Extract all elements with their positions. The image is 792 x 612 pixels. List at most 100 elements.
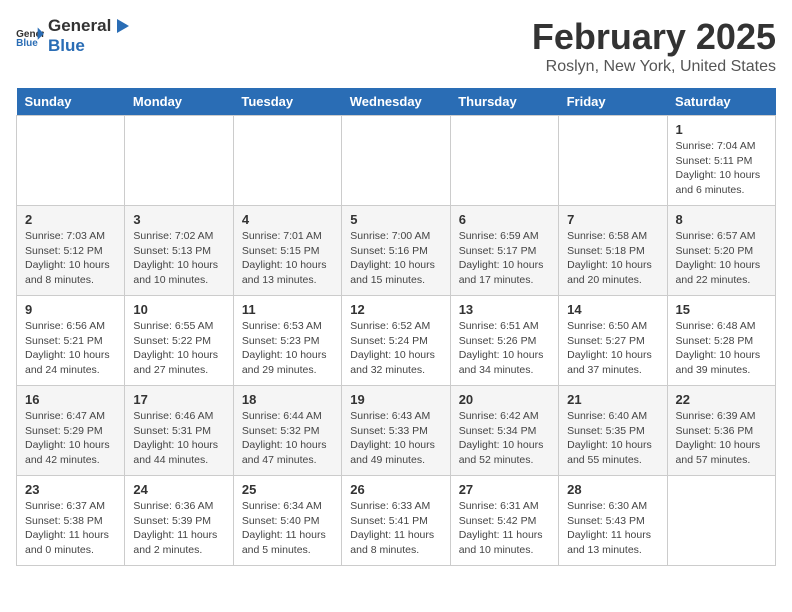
day-number: 19 [350,392,441,407]
day-info: Sunrise: 7:03 AM Sunset: 5:12 PM Dayligh… [25,229,116,288]
day-cell: 23Sunrise: 6:37 AM Sunset: 5:38 PM Dayli… [17,476,125,566]
day-info: Sunrise: 7:01 AM Sunset: 5:15 PM Dayligh… [242,229,333,288]
day-number: 2 [25,212,116,227]
calendar-table: SundayMondayTuesdayWednesdayThursdayFrid… [16,88,776,566]
column-header-monday: Monday [125,88,233,116]
day-cell: 20 Sunrise: 6:42 AM Sunset: 5:34 PM Dayli… [450,386,558,476]
day-number: 17 [133,392,224,407]
day-cell: 7 Sunrise: 6:58 AM Sunset: 5:18 PM Daylig… [559,206,667,296]
day-number: 20 [459,392,550,407]
day-number: 8 [676,212,767,227]
day-number: 18 [242,392,333,407]
day-info: Sunrise: 6:42 AM Sunset: 5:34 PM Dayligh… [459,409,550,468]
day-info: Sunrise: 6:50 AM Sunset: 5:27 PM Dayligh… [567,319,658,378]
svg-text:Blue: Blue [16,38,38,46]
day-cell: 27 Sunrise: 6:31 AM Sunset: 5:42 PM Dayli… [450,476,558,566]
day-cell: 26Sunrise: 6:33 AM Sunset: 5:41 PM Dayli… [342,476,450,566]
day-info: Sunrise: 6:31 AM Sunset: 5:42 PM Dayligh… [459,499,550,558]
week-row-2: 2 Sunrise: 7:03 AM Sunset: 5:12 PM Daylig… [17,206,776,296]
column-header-sunday: Sunday [17,88,125,116]
day-number: 26 [350,482,441,497]
day-info: Sunrise: 6:52 AM Sunset: 5:24 PM Dayligh… [350,319,441,378]
day-number: 24 [133,482,224,497]
day-cell: 25Sunrise: 6:34 AM Sunset: 5:40 PM Dayli… [233,476,341,566]
day-cell: 4 Sunrise: 7:01 AM Sunset: 5:15 PM Daylig… [233,206,341,296]
day-cell: 11 Sunrise: 6:53 AM Sunset: 5:23 PM Dayli… [233,296,341,386]
logo-general-text: General [48,16,111,36]
day-number: 1 [676,122,767,137]
day-cell: 28Sunrise: 6:30 AM Sunset: 5:43 PM Dayli… [559,476,667,566]
day-cell: 6 Sunrise: 6:59 AM Sunset: 5:17 PM Daylig… [450,206,558,296]
day-cell: 14 Sunrise: 6:50 AM Sunset: 5:27 PM Dayli… [559,296,667,386]
day-cell [125,116,233,206]
day-cell [450,116,558,206]
day-info: Sunrise: 6:46 AM Sunset: 5:31 PM Dayligh… [133,409,224,468]
day-info: Sunrise: 7:04 AM Sunset: 5:11 PM Dayligh… [676,139,767,198]
day-cell [559,116,667,206]
day-number: 10 [133,302,224,317]
day-number: 6 [459,212,550,227]
day-number: 25 [242,482,333,497]
day-info: Sunrise: 6:39 AM Sunset: 5:36 PM Dayligh… [676,409,767,468]
day-cell: 12 Sunrise: 6:52 AM Sunset: 5:24 PM Dayli… [342,296,450,386]
day-info: Sunrise: 6:51 AM Sunset: 5:26 PM Dayligh… [459,319,550,378]
column-header-thursday: Thursday [450,88,558,116]
header: General Blue General Blue February 2025 … [16,16,776,76]
day-info: Sunrise: 6:48 AM Sunset: 5:28 PM Dayligh… [676,319,767,378]
day-number: 7 [567,212,658,227]
day-cell: 10 Sunrise: 6:55 AM Sunset: 5:22 PM Dayli… [125,296,233,386]
day-info: Sunrise: 6:58 AM Sunset: 5:18 PM Dayligh… [567,229,658,288]
day-number: 3 [133,212,224,227]
day-cell [342,116,450,206]
day-cell [667,476,775,566]
logo-blue-text: Blue [48,36,85,55]
day-number: 22 [676,392,767,407]
day-info: Sunrise: 6:55 AM Sunset: 5:22 PM Dayligh… [133,319,224,378]
day-cell: 8 Sunrise: 6:57 AM Sunset: 5:20 PM Daylig… [667,206,775,296]
day-cell: 15 Sunrise: 6:48 AM Sunset: 5:28 PM Dayli… [667,296,775,386]
day-number: 14 [567,302,658,317]
day-number: 23 [25,482,116,497]
column-header-tuesday: Tuesday [233,88,341,116]
day-info: Sunrise: 6:30 AM Sunset: 5:43 PM Dayligh… [567,499,658,558]
day-info: Sunrise: 7:00 AM Sunset: 5:16 PM Dayligh… [350,229,441,288]
day-number: 16 [25,392,116,407]
day-cell: 13 Sunrise: 6:51 AM Sunset: 5:26 PM Dayli… [450,296,558,386]
logo-arrow-icon [113,17,131,35]
day-cell [233,116,341,206]
day-number: 4 [242,212,333,227]
day-number: 27 [459,482,550,497]
day-info: Sunrise: 6:40 AM Sunset: 5:35 PM Dayligh… [567,409,658,468]
day-number: 13 [459,302,550,317]
day-cell: 21 Sunrise: 6:40 AM Sunset: 5:35 PM Dayli… [559,386,667,476]
day-cell: 24 Sunrise: 6:36 AM Sunset: 5:39 PM Dayli… [125,476,233,566]
day-info: Sunrise: 7:02 AM Sunset: 5:13 PM Dayligh… [133,229,224,288]
day-cell: 3 Sunrise: 7:02 AM Sunset: 5:13 PM Daylig… [125,206,233,296]
day-info: Sunrise: 6:47 AM Sunset: 5:29 PM Dayligh… [25,409,116,468]
day-cell: 16 Sunrise: 6:47 AM Sunset: 5:29 PM Dayli… [17,386,125,476]
header-row: SundayMondayTuesdayWednesdayThursdayFrid… [17,88,776,116]
day-number: 11 [242,302,333,317]
day-cell: 17 Sunrise: 6:46 AM Sunset: 5:31 PM Dayli… [125,386,233,476]
main-title: February 2025 [532,16,776,58]
day-cell: 2 Sunrise: 7:03 AM Sunset: 5:12 PM Daylig… [17,206,125,296]
logo-icon: General Blue [16,26,44,46]
subtitle: Roslyn, New York, United States [532,58,776,76]
day-cell: 22 Sunrise: 6:39 AM Sunset: 5:36 PM Dayli… [667,386,775,476]
day-cell: 1 Sunrise: 7:04 AM Sunset: 5:11 PM Daylig… [667,116,775,206]
day-number: 12 [350,302,441,317]
day-info: Sunrise: 6:43 AM Sunset: 5:33 PM Dayligh… [350,409,441,468]
day-number: 9 [25,302,116,317]
day-info: Sunrise: 6:59 AM Sunset: 5:17 PM Dayligh… [459,229,550,288]
day-cell: 9Sunrise: 6:56 AM Sunset: 5:21 PM Daylig… [17,296,125,386]
day-number: 5 [350,212,441,227]
week-row-5: 23Sunrise: 6:37 AM Sunset: 5:38 PM Dayli… [17,476,776,566]
logo: General Blue General Blue [16,16,131,56]
day-number: 21 [567,392,658,407]
day-info: Sunrise: 6:57 AM Sunset: 5:20 PM Dayligh… [676,229,767,288]
day-number: 15 [676,302,767,317]
day-info: Sunrise: 6:44 AM Sunset: 5:32 PM Dayligh… [242,409,333,468]
day-info: Sunrise: 6:53 AM Sunset: 5:23 PM Dayligh… [242,319,333,378]
week-row-3: 9Sunrise: 6:56 AM Sunset: 5:21 PM Daylig… [17,296,776,386]
day-info: Sunrise: 6:36 AM Sunset: 5:39 PM Dayligh… [133,499,224,558]
